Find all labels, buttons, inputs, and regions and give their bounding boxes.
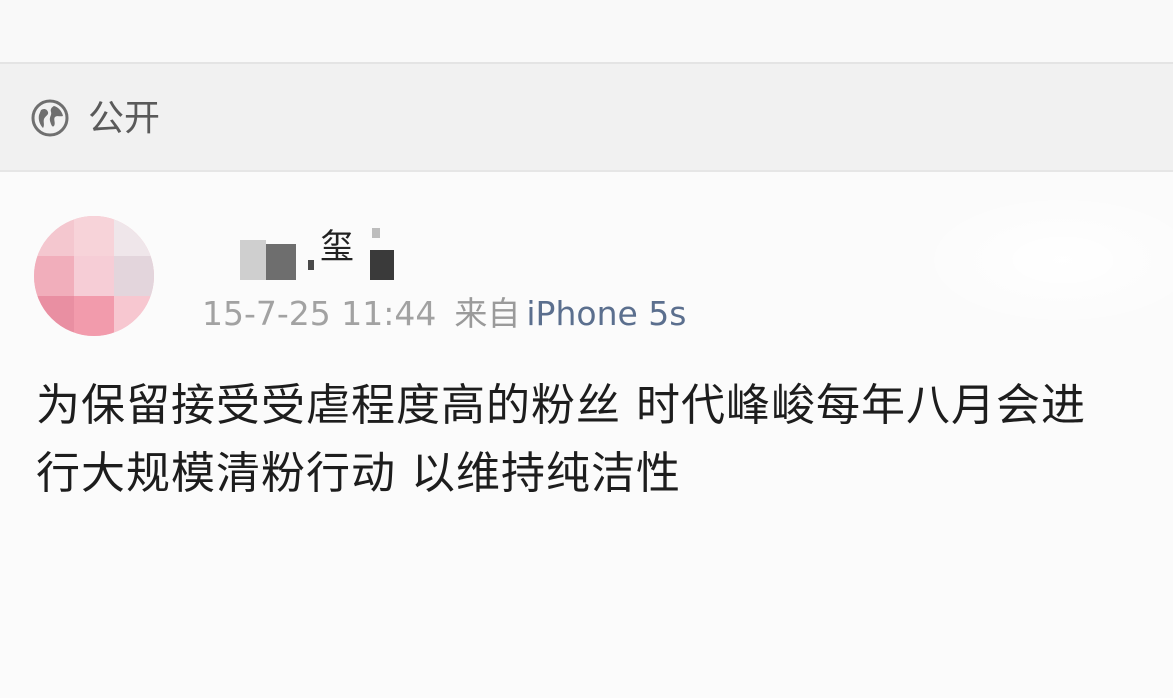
post-text-line: 行大规模清粉行动 以维持纯洁性 [36, 448, 681, 499]
post-meta: 15-7-25 11:44 来自 iPhone 5s [202, 292, 686, 336]
post-text-line: 为保留接受受虐程度高的粉丝 时代峰峻每年八月会进 [36, 380, 1086, 431]
source-prefix: 来自 [454, 294, 521, 333]
visibility-label: 公开 [88, 98, 161, 139]
post-time: 15-7-25 11:44 [202, 294, 437, 333]
username-visible-char: 玺 [320, 227, 354, 267]
weibo-post-screenshot: 公开 玺 15-7-25 11:44 来自 iPhone 5s 为保留接受受虐程度高… [0, 0, 1173, 698]
visibility-bar[interactable] [0, 64, 1173, 172]
post-text: 为保留接受受虐程度高的粉丝 时代峰峻每年八月会进 行大规模清粉行动 以维持纯洁性 [36, 372, 1156, 508]
avatar[interactable] [34, 216, 154, 336]
top-strip [0, 0, 1173, 64]
source-device-link[interactable]: iPhone 5s [526, 294, 686, 333]
globe-icon [31, 99, 69, 137]
